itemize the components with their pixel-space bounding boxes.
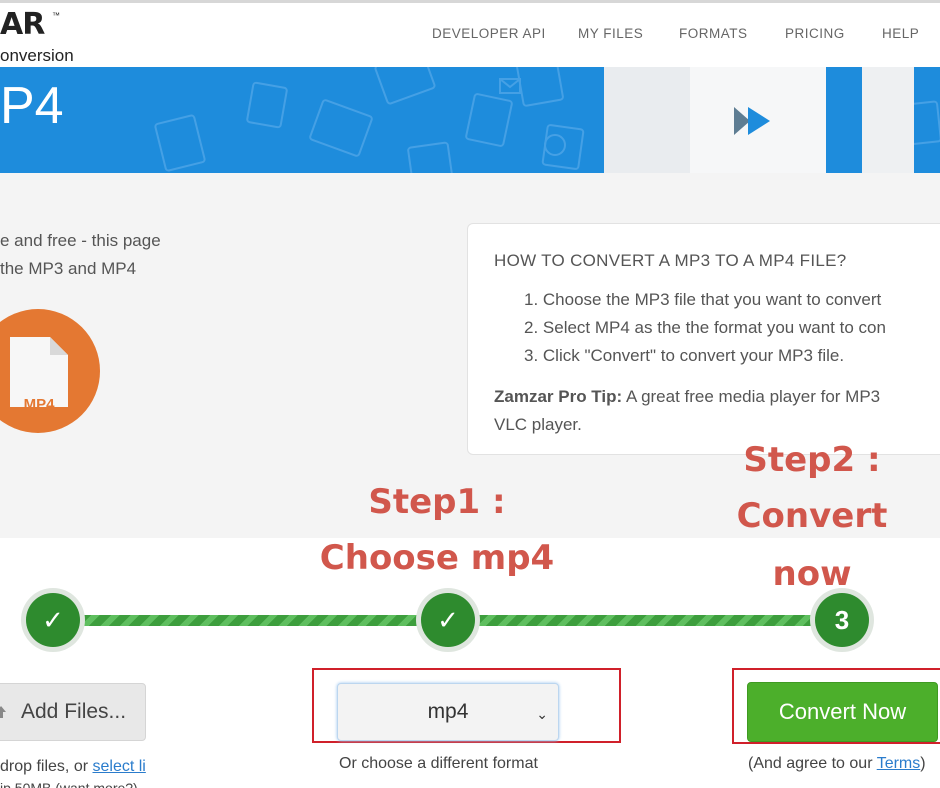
how-to-title: HOW TO CONVERT A MP3 TO A MP4 FILE? — [494, 251, 847, 270]
intro-text: e and free - this page the MP3 and MP4 — [0, 227, 161, 283]
terms-link[interactable]: Terms — [877, 755, 921, 772]
convert-now-label: Convert Now — [778, 699, 907, 724]
annotation-step1-line2: Choose mp4 — [319, 538, 555, 578]
annotation-step2-line3: now — [772, 554, 852, 594]
step-3-indicator: 3 — [815, 593, 869, 647]
size-hint: ip 50MB (want more?) — [0, 780, 138, 788]
nav-developer-api[interactable]: DEVELOPER API — [432, 26, 546, 41]
add-files-label: Add Files... — [21, 700, 127, 723]
nav-help[interactable]: HELP — [882, 26, 919, 41]
pro-tip-label: Zamzar Pro Tip: — [494, 387, 623, 406]
annotation-step1-line1: Step1 : — [368, 482, 506, 522]
page-title: P4 — [0, 77, 64, 135]
nav-pricing[interactable]: PRICING — [785, 26, 845, 41]
chevron-down-icon: ⌄ — [536, 706, 548, 722]
intro-line-2: the MP3 and MP4 — [0, 259, 137, 278]
mp4-file-icon: MP4 — [0, 309, 100, 433]
how-to-step-3: 3. Click "Convert" to convert your MP3 f… — [524, 346, 845, 365]
progress-track-1 — [80, 615, 425, 626]
add-files-button[interactable]: Add Files... — [0, 683, 146, 741]
source-file-illustration — [604, 67, 692, 173]
how-to-step-1: 1. Choose the MP3 file that you want to … — [524, 290, 882, 309]
terms-prefix: (And agree to our — [748, 755, 877, 772]
convert-now-button[interactable]: Convert Now — [747, 682, 938, 742]
hero-banner: P4 — [0, 67, 940, 173]
progress-track-2 — [477, 615, 817, 626]
conversion-illustration — [690, 67, 826, 173]
upload-icon — [0, 706, 6, 718]
select-link[interactable]: select li — [92, 758, 145, 775]
terms-suffix: ) — [920, 755, 926, 772]
logo-trademark: ™ — [52, 11, 60, 20]
check-icon: ✓ — [437, 604, 459, 635]
pro-tip: Zamzar Pro Tip: A great free media playe… — [494, 383, 880, 439]
annotation-step2-line1: Step2 : — [743, 440, 881, 480]
pro-tip-text-2: VLC player. — [494, 415, 582, 434]
logo-tagline: onversion — [0, 46, 74, 65]
step-1-indicator: ✓ — [26, 593, 80, 647]
mp4-label: MP4 — [24, 396, 56, 413]
format-hint: Or choose a different format — [339, 755, 538, 772]
intro-line-1: e and free - this page — [0, 231, 161, 250]
step-3-number: 3 — [834, 604, 850, 635]
how-to-step-2: 2. Select MP4 as the the format you want… — [524, 318, 886, 337]
step-2-indicator: ✓ — [421, 593, 475, 647]
logo-mark: AR — [0, 7, 45, 42]
format-selected-value: mp4 — [427, 700, 469, 723]
target-file-illustration — [862, 67, 914, 173]
drop-hint-text: drop files, or — [0, 758, 93, 775]
terms-hint: (And agree to our Terms) — [748, 755, 926, 773]
format-select[interactable]: mp4 ⌄ — [337, 683, 559, 741]
annotation-step2-line2: Convert — [736, 496, 888, 536]
fast-forward-icon — [734, 107, 770, 135]
pro-tip-text: A great free media player for MP3 — [622, 387, 881, 406]
nav-my-files[interactable]: MY FILES — [578, 26, 643, 41]
check-icon: ✓ — [42, 604, 64, 635]
how-to-panel: HOW TO CONVERT A MP3 TO A MP4 FILE? 1. C… — [467, 223, 940, 455]
site-header: AR ™ onversion DEVELOPER API MY FILES FO… — [0, 0, 940, 67]
nav-formats[interactable]: FORMATS — [679, 26, 748, 41]
drop-hint: drop files, or select li — [0, 758, 146, 776]
